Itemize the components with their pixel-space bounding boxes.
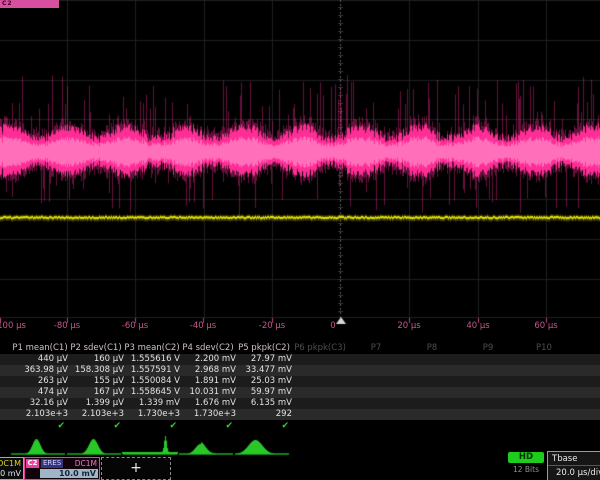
axis-tick-label: 20 µs bbox=[397, 321, 420, 331]
axis-tick-label: 40 µs bbox=[466, 321, 489, 331]
table-cell: 1.339 mV bbox=[120, 398, 180, 409]
param-header-1[interactable]: P1 mean(C1) bbox=[12, 343, 68, 353]
table-cell: 1.730e+3 bbox=[176, 409, 236, 420]
param-header-5[interactable]: P5 pkpk(C2) bbox=[236, 343, 292, 353]
table-cell: 1.555616 V bbox=[120, 354, 180, 365]
status-check-icon: ✔ bbox=[8, 421, 65, 432]
axis-tick-label: 60 µs bbox=[534, 321, 557, 331]
table-cell: 25.03 mV bbox=[232, 376, 292, 387]
table-cell: 167 µV bbox=[64, 387, 124, 398]
measure-table: P1 mean(C1)P2 sdev(C1)P3 mean(C2)P4 sdev… bbox=[0, 343, 600, 433]
c2-coupling-label: DC1M bbox=[75, 459, 97, 468]
table-cell: 1.557591 V bbox=[120, 365, 180, 376]
table-cell: 1.891 mV bbox=[176, 376, 236, 387]
c1-coupling-label: DC1M bbox=[0, 459, 21, 468]
table-cell: 363.98 µV bbox=[8, 365, 68, 376]
param-header-8[interactable]: P8 bbox=[404, 343, 460, 353]
table-cell: 2.200 mV bbox=[176, 354, 236, 365]
timebase-scale: 20.0 µs/div bbox=[556, 467, 600, 479]
param-header-4[interactable]: P4 sdev(C2) bbox=[180, 343, 236, 353]
axis-tick-label: -80 µs bbox=[54, 321, 80, 331]
table-cell: 2.968 mV bbox=[176, 365, 236, 376]
table-status-row: ✔✔✔✔✔ bbox=[0, 421, 600, 432]
channel-c2-descriptor[interactable]: C2 ERES DC1M 10.0 mV bbox=[24, 457, 100, 480]
axis-tick-label: -20 µs bbox=[259, 321, 285, 331]
param-header-9[interactable]: P9 bbox=[460, 343, 516, 353]
hd-bits-label: 12 Bits bbox=[508, 465, 544, 474]
table-cell: 59.97 mV bbox=[232, 387, 292, 398]
axis-tick-label: -100 µs bbox=[0, 321, 26, 331]
table-cell: 1.730e+3 bbox=[120, 409, 180, 420]
table-cell: 474 µV bbox=[8, 387, 68, 398]
table-row: 263 µV155 µV1.550084 V1.891 mV25.03 mV bbox=[0, 376, 600, 387]
table-cell: 10.031 mV bbox=[176, 387, 236, 398]
status-check-icon: ✔ bbox=[232, 421, 289, 432]
table-row: 474 µV167 µV1.558645 V10.031 mV59.97 mV bbox=[0, 387, 600, 398]
table-row: 32.16 µV1.399 µV1.339 mV1.676 mV6.135 mV bbox=[0, 398, 600, 409]
param-header-3[interactable]: P3 mean(C2) bbox=[124, 343, 180, 353]
table-cell: 1.399 µV bbox=[64, 398, 124, 409]
time-axis: -100 µs -80 µs -60 µs -40 µs -20 µs 0 20 µs 40 … bbox=[0, 318, 600, 334]
table-cell: 263 µV bbox=[8, 376, 68, 387]
table-header-row: P1 mean(C1)P2 sdev(C1)P3 mean(C2)P4 sdev… bbox=[0, 343, 600, 353]
c2-scale-label: 10.0 mV bbox=[59, 469, 96, 478]
timebase-descriptor[interactable]: Tbase 20.0 µs/div bbox=[547, 451, 600, 480]
axis-tick-label: 0 bbox=[330, 321, 335, 331]
status-check-icon: ✔ bbox=[176, 421, 233, 432]
timebase-title: Tbase bbox=[552, 453, 577, 465]
c2-eres-badge: ERES bbox=[41, 459, 63, 468]
table-cell: 1.550084 V bbox=[120, 376, 180, 387]
c1-scale-label: 10.0 mV bbox=[0, 469, 21, 478]
status-check-icon: ✔ bbox=[64, 421, 121, 432]
oscilloscope-screen: C2 -100 µs -80 µs -60 µs -40 µs -20 µs 0 20 µs… bbox=[0, 0, 600, 480]
table-cell: 1.558645 V bbox=[120, 387, 180, 398]
table-row: 440 µV160 µV1.555616 V2.200 mV27.97 mV bbox=[0, 354, 600, 365]
table-cell: 292 bbox=[232, 409, 292, 420]
add-trace-button[interactable]: + bbox=[101, 457, 171, 480]
table-cell: 440 µV bbox=[8, 354, 68, 365]
timebase-separator bbox=[548, 465, 600, 466]
table-cell: 2.103e+3 bbox=[64, 409, 124, 420]
channel-c1-descriptor[interactable]: DC1M 10.0 mV bbox=[0, 457, 24, 480]
table-cell: 155 µV bbox=[64, 376, 124, 387]
param-header-7[interactable]: P7 bbox=[348, 343, 404, 353]
table-cell: 160 µV bbox=[64, 354, 124, 365]
param-header-10[interactable]: P10 bbox=[516, 343, 572, 353]
table-cell: 2.103e+3 bbox=[8, 409, 68, 420]
c2-channel-badge: C2 bbox=[26, 459, 39, 468]
table-cell: 1.676 mV bbox=[176, 398, 236, 409]
axis-tick-label: -60 µs bbox=[122, 321, 148, 331]
status-check-icon: ✔ bbox=[120, 421, 177, 432]
hd-mode-badge[interactable]: HD bbox=[508, 452, 544, 463]
table-cell: 6.135 mV bbox=[232, 398, 292, 409]
table-cell: 33.477 mV bbox=[232, 365, 292, 376]
trace-label-badge[interactable]: C2 bbox=[0, 0, 59, 8]
param-header-2[interactable]: P2 sdev(C1) bbox=[68, 343, 124, 353]
table-cell: 27.97 mV bbox=[232, 354, 292, 365]
axis-tick-label: -40 µs bbox=[190, 321, 216, 331]
table-cell: 158.308 µV bbox=[64, 365, 124, 376]
table-cell: 32.16 µV bbox=[8, 398, 68, 409]
param-header-6[interactable]: P6 pkpk(C3) bbox=[292, 343, 348, 353]
table-row: 2.103e+32.103e+31.730e+31.730e+3292 bbox=[0, 409, 600, 420]
table-row: 363.98 µV158.308 µV1.557591 V2.968 mV33.… bbox=[0, 365, 600, 376]
